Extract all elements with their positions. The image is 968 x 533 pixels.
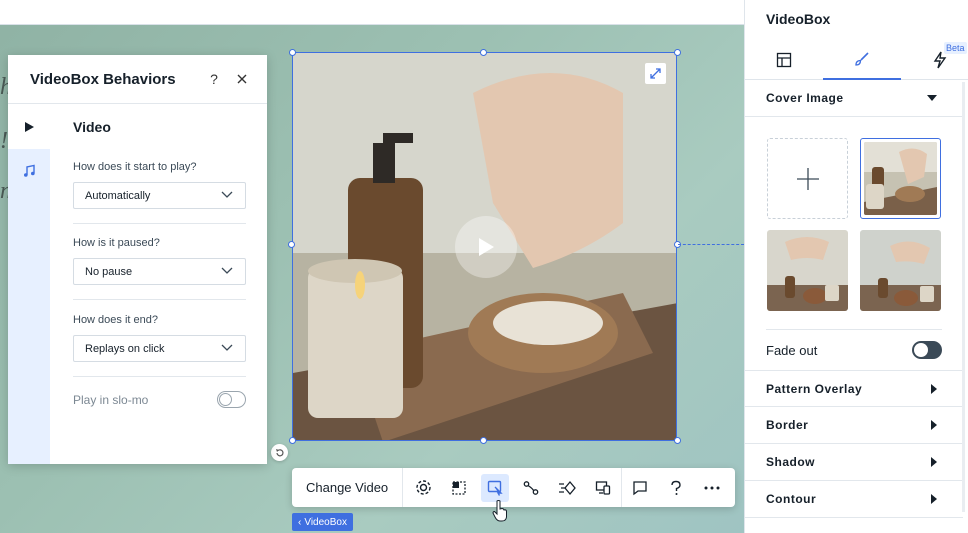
fade-out-label: Fade out: [766, 342, 818, 358]
cover-option-image: [767, 230, 848, 311]
tab-video[interactable]: [8, 105, 50, 149]
resize-handle[interactable]: [674, 49, 681, 56]
tab-layout[interactable]: [745, 40, 823, 80]
divider: [73, 299, 246, 300]
chevron-down-icon: [221, 344, 233, 351]
music-note-icon: [24, 164, 35, 177]
shadow-section-header[interactable]: Shadow: [745, 444, 963, 481]
responsive-icon[interactable]: [585, 468, 621, 507]
comment-icon[interactable]: [622, 468, 658, 507]
canvas-top-strip: [0, 0, 744, 25]
cover-option-image: [860, 230, 941, 311]
layout-icon: [776, 52, 792, 68]
pause-question-label: How is it paused?: [73, 237, 160, 249]
close-icon[interactable]: [231, 68, 253, 90]
caret-down-icon: [927, 95, 937, 101]
resize-handle[interactable]: [674, 437, 681, 444]
cover-image-thumbnail[interactable]: [860, 138, 941, 219]
end-dropdown-value: Replays on click: [85, 342, 165, 355]
layout-icon[interactable]: [441, 468, 477, 507]
pause-dropdown[interactable]: No pause: [73, 258, 246, 285]
change-video-button[interactable]: Change Video: [292, 468, 404, 507]
play-icon: [25, 122, 34, 132]
inspector-tabs: [745, 40, 968, 80]
slo-mo-label: Play in slo-mo: [73, 392, 149, 407]
start-dropdown[interactable]: Automatically: [73, 182, 246, 209]
start-question-label: How does it start to play?: [73, 161, 197, 173]
section-title: Video: [73, 119, 111, 135]
alignment-guide: [678, 244, 744, 245]
cover-image-section-header[interactable]: Cover Image: [745, 80, 963, 117]
background-text-fragment: !: [0, 128, 8, 154]
scrollbar[interactable]: [962, 82, 965, 512]
end-dropdown[interactable]: Replays on click: [73, 335, 246, 362]
tab-audio[interactable]: [8, 149, 50, 193]
element-tag[interactable]: ‹ VideoBox: [292, 513, 353, 531]
interactions-icon[interactable]: [549, 468, 585, 507]
tab-design[interactable]: [823, 40, 901, 80]
fade-out-row: Fade out: [766, 330, 942, 370]
caret-right-icon: [931, 494, 937, 504]
cover-image-option[interactable]: [860, 230, 941, 311]
beta-badge: Beta: [944, 42, 967, 54]
add-cover-image-button[interactable]: [767, 138, 848, 219]
inspector-panel: VideoBox Beta Cover Image Fade out Patte…: [744, 0, 968, 533]
help-icon[interactable]: [658, 468, 694, 507]
divider: [73, 376, 246, 377]
element-tag-label: VideoBox: [304, 516, 347, 528]
cover-image-option[interactable]: [767, 230, 848, 311]
resize-handle[interactable]: [289, 49, 296, 56]
divider: [73, 223, 246, 224]
caret-right-icon: [931, 457, 937, 467]
start-dropdown-value: Automatically: [85, 189, 151, 202]
chevron-down-icon: [221, 267, 233, 274]
hand-cursor-icon: [492, 500, 507, 522]
cover-image-label: Cover Image: [766, 91, 844, 105]
animation-icon[interactable]: [513, 468, 549, 507]
border-section-header[interactable]: Border: [745, 407, 963, 444]
contour-section-header[interactable]: Contour: [745, 481, 963, 518]
side-tabs-background: [8, 193, 50, 464]
resize-handle[interactable]: [288, 241, 295, 248]
behaviors-side-tabs: [8, 105, 50, 464]
fade-out-toggle[interactable]: [912, 341, 942, 359]
chevron-down-icon: [221, 191, 233, 198]
play-icon[interactable]: [455, 216, 517, 278]
rotate-icon[interactable]: [271, 444, 288, 461]
pattern-overlay-label: Pattern Overlay: [766, 381, 863, 396]
border-label: Border: [766, 418, 809, 432]
end-question-label: How does it end?: [73, 314, 158, 326]
resize-handle[interactable]: [480, 49, 487, 56]
contour-label: Contour: [766, 492, 817, 506]
behaviors-panel-header: VideoBox Behaviors ?: [8, 55, 267, 104]
shadow-label: Shadow: [766, 455, 816, 469]
videobox-element[interactable]: [292, 52, 677, 441]
behaviors-panel-title: VideoBox Behaviors: [30, 70, 176, 88]
caret-right-icon: [931, 420, 937, 430]
pattern-overlay-section-header[interactable]: Pattern Overlay: [745, 370, 963, 407]
slo-mo-row: Play in slo-mo: [73, 391, 246, 408]
caret-right-icon: [931, 383, 937, 394]
help-icon[interactable]: ?: [203, 68, 225, 90]
expand-icon[interactable]: [645, 63, 666, 84]
settings-icon[interactable]: [405, 468, 441, 507]
behaviors-body: Video How does it start to play? Automat…: [73, 105, 246, 408]
element-toolbar: Change Video: [292, 468, 735, 507]
slo-mo-toggle[interactable]: [217, 391, 246, 408]
more-icon[interactable]: [694, 468, 730, 507]
brush-icon: [855, 52, 869, 66]
inspector-title: VideoBox: [766, 11, 831, 27]
resize-handle[interactable]: [289, 437, 296, 444]
cover-thumbnail-image: [864, 142, 937, 215]
resize-handle[interactable]: [480, 437, 487, 444]
behaviors-panel: VideoBox Behaviors ? Video How does it s…: [8, 55, 267, 464]
plus-icon: [796, 167, 819, 190]
pause-dropdown-value: No pause: [85, 265, 133, 278]
